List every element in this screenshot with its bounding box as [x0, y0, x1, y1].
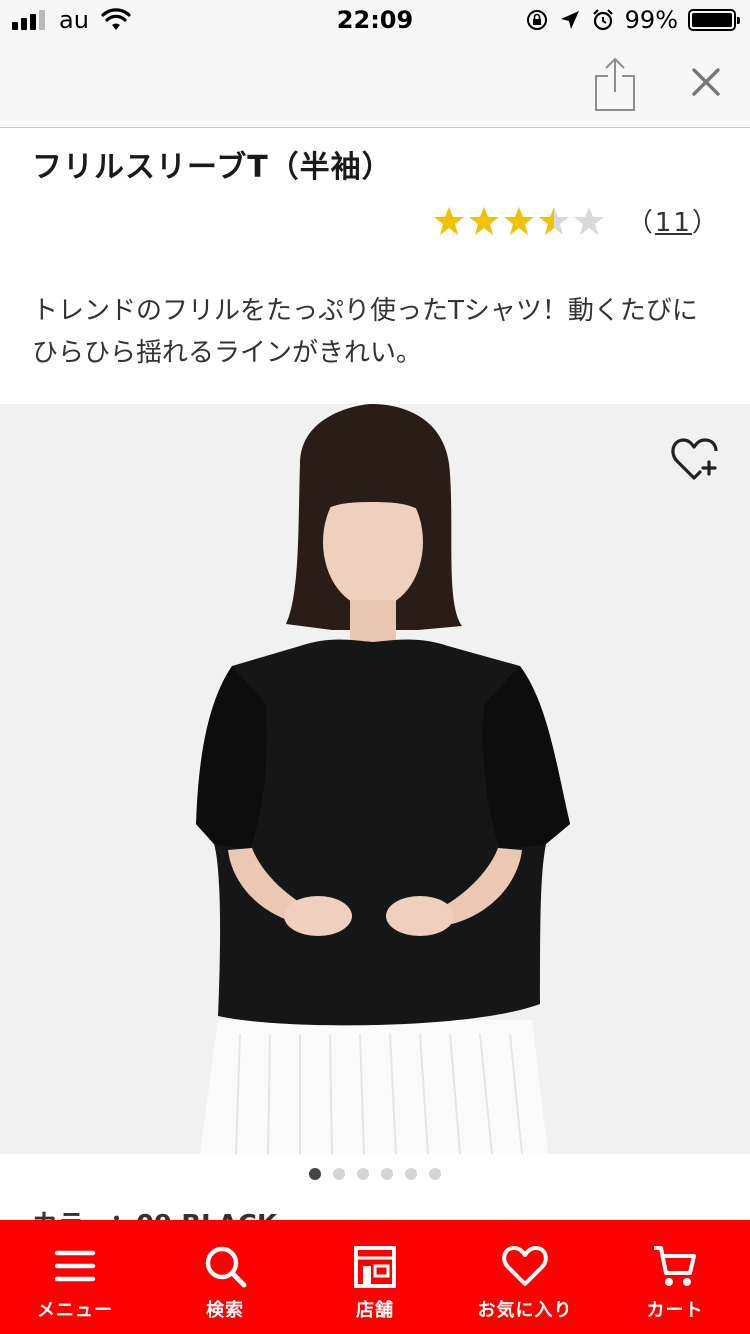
- search-icon: [205, 1246, 247, 1288]
- heart-plus-icon[interactable]: [670, 434, 724, 484]
- review-count-open: （: [626, 208, 655, 238]
- image-pagination: [0, 1168, 750, 1180]
- location-arrow-icon: [560, 11, 579, 29]
- tab-favorites-label: お気に入り: [477, 1300, 573, 1321]
- heart-icon: [502, 1246, 548, 1286]
- product-rating[interactable]: （11）: [433, 202, 720, 239]
- store-icon: [354, 1246, 396, 1288]
- pagination-dot[interactable]: [381, 1168, 393, 1180]
- tab-menu-label: メニュー: [37, 1300, 113, 1321]
- rotation-lock-icon: [526, 10, 547, 30]
- pagination-dot[interactable]: [357, 1168, 369, 1180]
- product-detail-screen: au 22:09 99% フリルスリーブT（半袖） （11） トレンドのフリルを…: [0, 0, 750, 1334]
- tab-search-label: 検索: [206, 1300, 244, 1321]
- star-full-icon: [468, 206, 499, 235]
- product-description: トレンドのフリルをたっぷり使ったTシャツ！動くたびにひらひら揺れるラインがきれい…: [32, 296, 698, 368]
- close-icon[interactable]: [688, 64, 724, 100]
- pagination-dot[interactable]: [309, 1168, 321, 1180]
- product-title: フリルスリーブT（半袖）: [32, 150, 393, 185]
- tab-store[interactable]: 店舗: [300, 1220, 450, 1334]
- cart-icon: [654, 1246, 696, 1286]
- star-full-icon: [503, 206, 534, 235]
- pagination-dot[interactable]: [405, 1168, 417, 1180]
- tab-favorites[interactable]: お気に入り: [450, 1220, 600, 1334]
- navigation-bar: [0, 42, 750, 128]
- battery-percent: 99%: [624, 6, 678, 34]
- review-count-close: ）: [691, 208, 720, 238]
- status-bar: au 22:09 99%: [0, 0, 750, 42]
- pagination-dot[interactable]: [333, 1168, 345, 1180]
- product-image[interactable]: [0, 404, 750, 1154]
- bottom-tab-bar: メニュー 検索 店舗 お気に入り カート: [0, 1220, 750, 1334]
- rating-stars: [433, 205, 605, 237]
- pagination-dot[interactable]: [429, 1168, 441, 1180]
- star-half-icon: [538, 206, 569, 235]
- tab-store-label: 店舗: [356, 1300, 394, 1321]
- tab-cart-label: カート: [646, 1300, 704, 1321]
- model-photo: [0, 404, 750, 1154]
- share-icon[interactable]: [592, 56, 638, 114]
- star-empty-icon: [573, 206, 604, 235]
- star-full-icon: [433, 206, 464, 235]
- review-count[interactable]: 11: [655, 208, 692, 238]
- tab-cart[interactable]: カート: [600, 1220, 750, 1334]
- menu-icon: [54, 1250, 96, 1282]
- tab-search[interactable]: 検索: [150, 1220, 300, 1334]
- battery-icon: [688, 9, 740, 31]
- alarm-icon: [592, 9, 613, 31]
- tab-menu[interactable]: メニュー: [0, 1220, 150, 1334]
- battery-level-fill: [692, 13, 732, 27]
- status-right: 99%: [525, 6, 740, 34]
- review-count-link[interactable]: （11）: [627, 202, 720, 239]
